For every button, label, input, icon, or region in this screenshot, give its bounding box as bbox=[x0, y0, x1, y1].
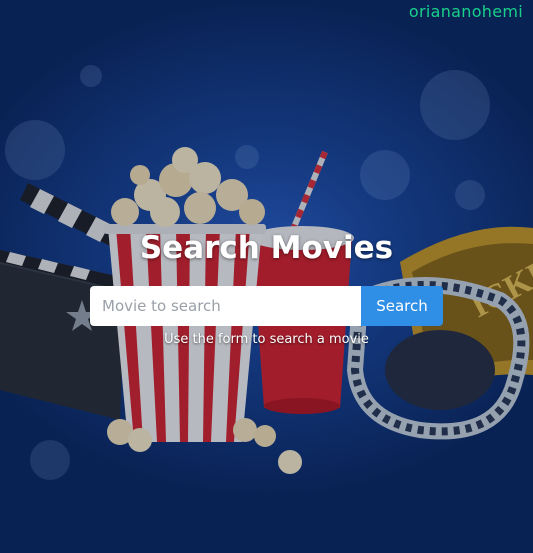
brand-name[interactable]: oriananohemi bbox=[409, 2, 523, 21]
search-hint: Use the form to search a movie bbox=[164, 332, 369, 347]
search-form: Search bbox=[90, 286, 443, 326]
search-hero: Search Movies Search Use the form to sea… bbox=[0, 230, 533, 347]
movie-search-input[interactable] bbox=[90, 286, 361, 326]
page-title: Search Movies bbox=[139, 230, 394, 266]
search-button[interactable]: Search bbox=[361, 286, 443, 326]
